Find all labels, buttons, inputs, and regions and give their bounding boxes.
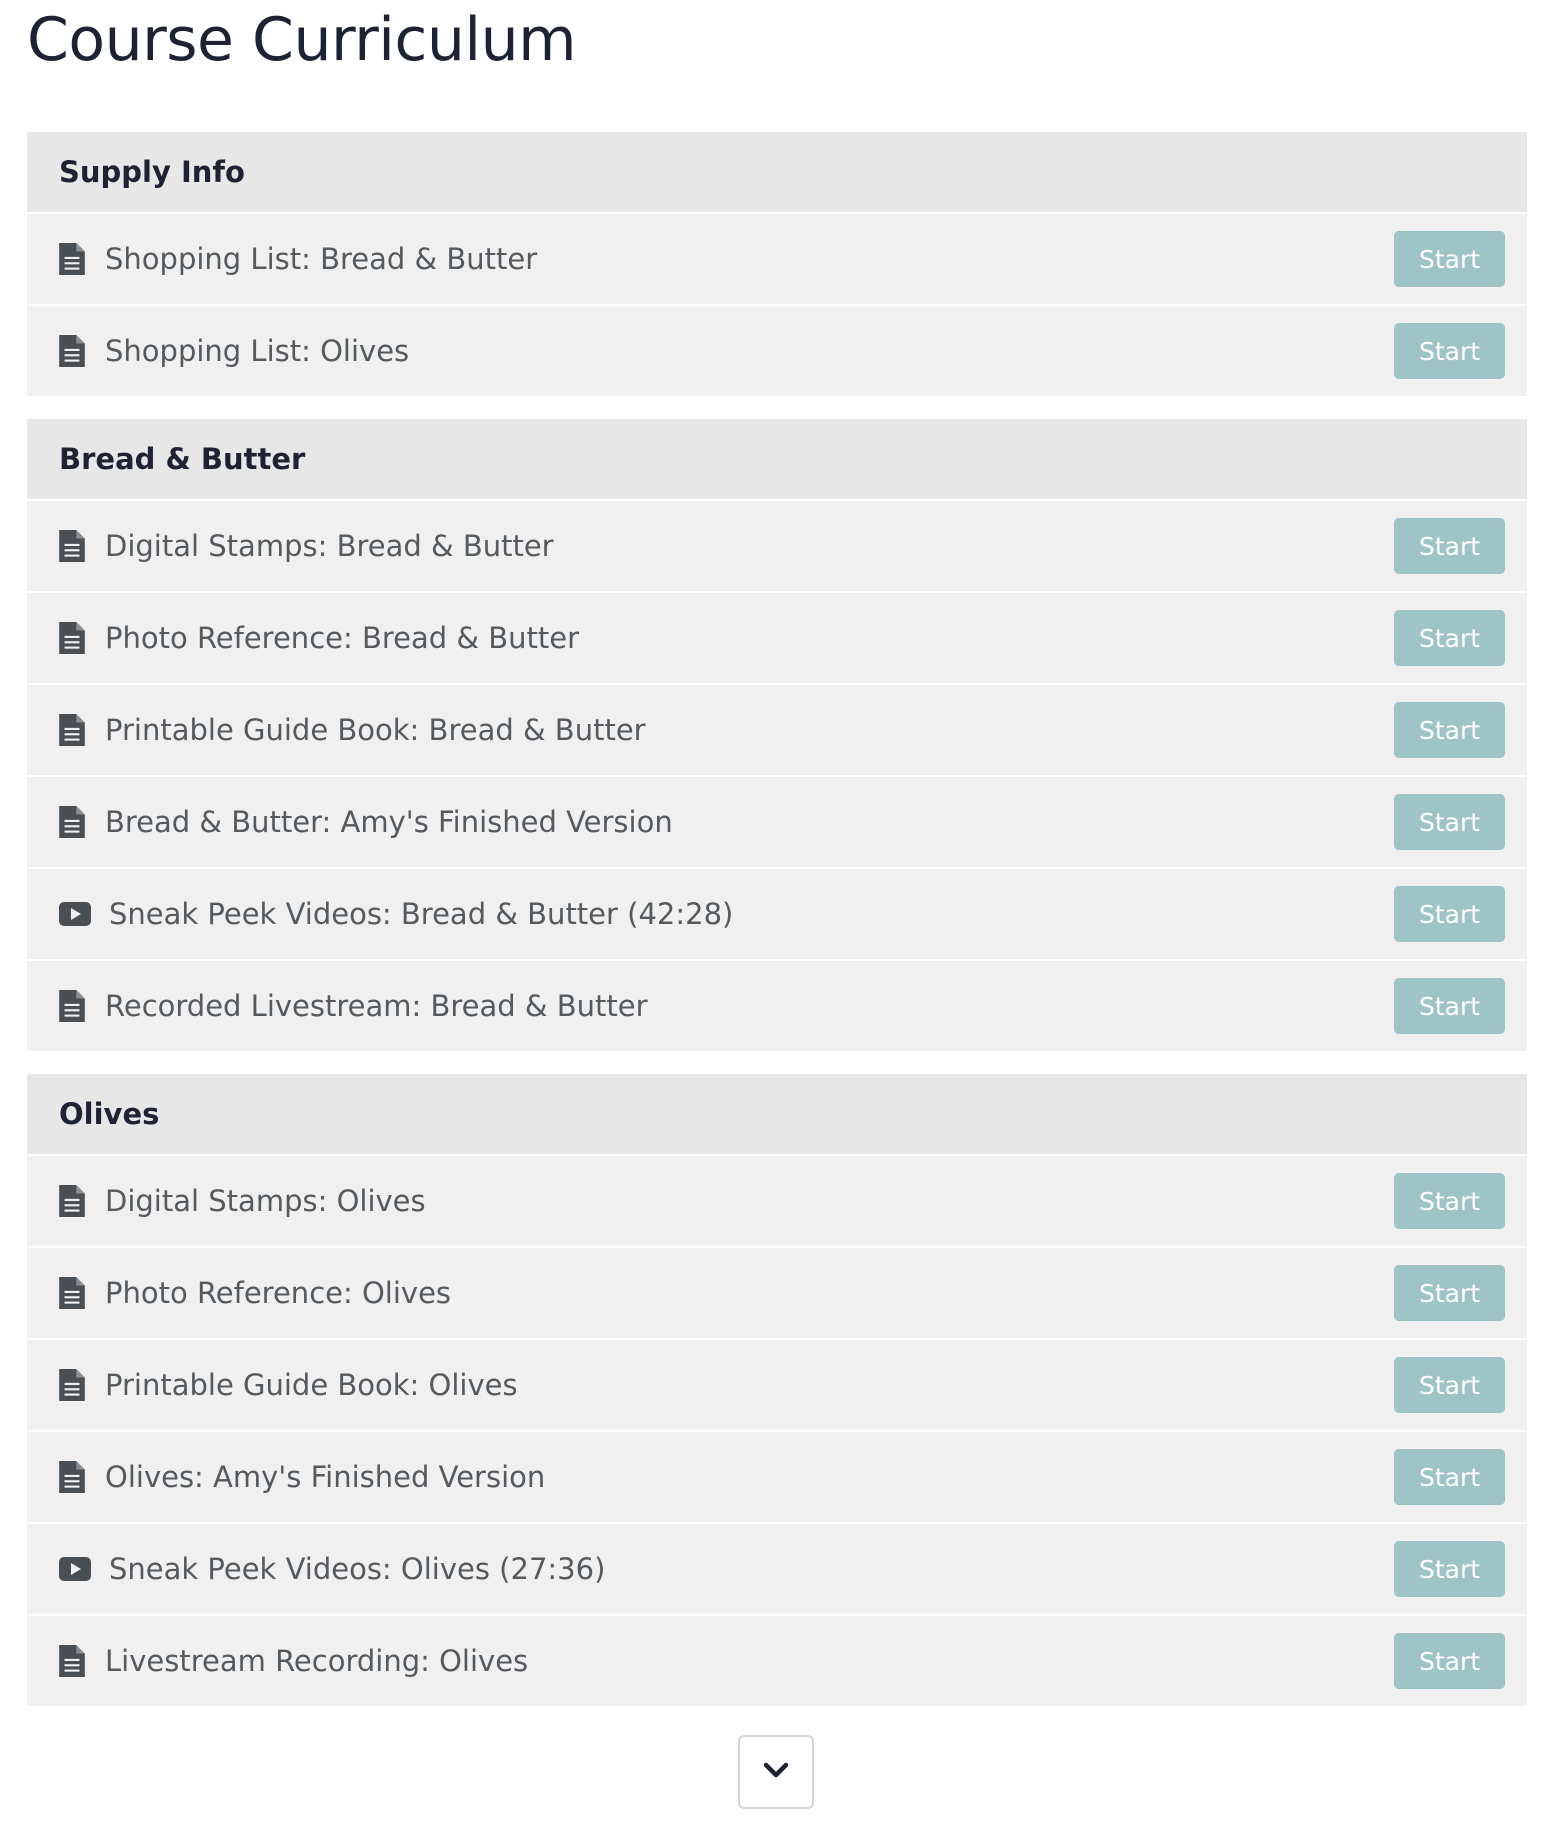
- lecture-name: Olives: Amy's Finished Version: [105, 1460, 546, 1494]
- lecture-row[interactable]: Shopping List: Bread & Butter Start: [27, 214, 1527, 306]
- start-button[interactable]: Start: [1394, 978, 1505, 1034]
- lecture-name: Digital Stamps: Bread & Butter: [105, 529, 554, 563]
- lecture-name: Photo Reference: Bread & Butter: [105, 621, 579, 655]
- lecture-name: Shopping List: Olives: [105, 334, 410, 368]
- start-button[interactable]: Start: [1394, 794, 1505, 850]
- lecture-row[interactable]: Bread & Butter: Amy's Finished Version S…: [27, 777, 1527, 869]
- lecture-row[interactable]: Sneak Peek Videos: Olives (27:36) Start: [27, 1524, 1527, 1616]
- section-title: Olives: [59, 1097, 160, 1131]
- lecture-name: Printable Guide Book: Olives: [105, 1368, 518, 1402]
- scroll-down-button[interactable]: [738, 1735, 814, 1809]
- lecture-row[interactable]: Sneak Peek Videos: Bread & Butter (42:28…: [27, 869, 1527, 961]
- start-button[interactable]: Start: [1394, 1633, 1505, 1689]
- lecture-name: Recorded Livestream: Bread & Butter: [105, 989, 648, 1023]
- lecture-name: Digital Stamps: Olives: [105, 1184, 426, 1218]
- lecture-name: Livestream Recording: Olives: [105, 1644, 529, 1678]
- section-bread-and-butter: Bread & Butter Digital Stamps: Bread & B…: [27, 419, 1527, 1051]
- document-icon: [59, 1461, 95, 1493]
- page-title: Course Curriculum: [27, 5, 577, 75]
- chevron-down-icon: [763, 1761, 789, 1783]
- video-play-icon: [59, 902, 99, 926]
- lecture-name: Printable Guide Book: Bread & Butter: [105, 713, 646, 747]
- lecture-row[interactable]: Livestream Recording: Olives Start: [27, 1616, 1527, 1706]
- document-icon: [59, 806, 95, 838]
- start-button[interactable]: Start: [1394, 231, 1505, 287]
- document-icon: [59, 714, 95, 746]
- document-icon: [59, 1185, 95, 1217]
- lecture-row[interactable]: Olives: Amy's Finished Version Start: [27, 1432, 1527, 1524]
- start-button[interactable]: Start: [1394, 1265, 1505, 1321]
- lecture-row[interactable]: Digital Stamps: Bread & Butter Start: [27, 501, 1527, 593]
- lecture-name: Bread & Butter: Amy's Finished Version: [105, 805, 673, 839]
- lecture-row[interactable]: Photo Reference: Bread & Butter Start: [27, 593, 1527, 685]
- start-button[interactable]: Start: [1394, 702, 1505, 758]
- section-header[interactable]: Bread & Butter: [27, 419, 1527, 501]
- lecture-row[interactable]: Printable Guide Book: Bread & Butter Sta…: [27, 685, 1527, 777]
- section-olives: Olives Digital Stamps: Olives Start Phot…: [27, 1074, 1527, 1706]
- section-supply-info: Supply Info Shopping List: Bread & Butte…: [27, 132, 1527, 396]
- section-title: Bread & Butter: [59, 442, 306, 476]
- lecture-name: Photo Reference: Olives: [105, 1276, 452, 1310]
- lecture-row[interactable]: Digital Stamps: Olives Start: [27, 1156, 1527, 1248]
- section-title: Supply Info: [59, 155, 245, 189]
- document-icon: [59, 1645, 95, 1677]
- start-button[interactable]: Start: [1394, 323, 1505, 379]
- lecture-row[interactable]: Recorded Livestream: Bread & Butter Star…: [27, 961, 1527, 1051]
- start-button[interactable]: Start: [1394, 610, 1505, 666]
- lecture-name: Sneak Peek Videos: Olives (27:36): [109, 1552, 606, 1586]
- document-icon: [59, 990, 95, 1022]
- start-button[interactable]: Start: [1394, 1449, 1505, 1505]
- start-button[interactable]: Start: [1394, 1541, 1505, 1597]
- document-icon: [59, 335, 95, 367]
- start-button[interactable]: Start: [1394, 1173, 1505, 1229]
- start-button[interactable]: Start: [1394, 886, 1505, 942]
- lecture-row[interactable]: Shopping List: Olives Start: [27, 306, 1527, 396]
- start-button[interactable]: Start: [1394, 518, 1505, 574]
- section-header[interactable]: Olives: [27, 1074, 1527, 1156]
- video-play-icon: [59, 1557, 99, 1581]
- lecture-row[interactable]: Photo Reference: Olives Start: [27, 1248, 1527, 1340]
- document-icon: [59, 243, 95, 275]
- curriculum-sections: Supply Info Shopping List: Bread & Butte…: [27, 132, 1527, 1729]
- section-header[interactable]: Supply Info: [27, 132, 1527, 214]
- document-icon: [59, 622, 95, 654]
- lecture-name: Shopping List: Bread & Butter: [105, 242, 538, 276]
- lecture-row[interactable]: Printable Guide Book: Olives Start: [27, 1340, 1527, 1432]
- document-icon: [59, 1277, 95, 1309]
- document-icon: [59, 530, 95, 562]
- lecture-name: Sneak Peek Videos: Bread & Butter (42:28…: [109, 897, 734, 931]
- start-button[interactable]: Start: [1394, 1357, 1505, 1413]
- document-icon: [59, 1369, 95, 1401]
